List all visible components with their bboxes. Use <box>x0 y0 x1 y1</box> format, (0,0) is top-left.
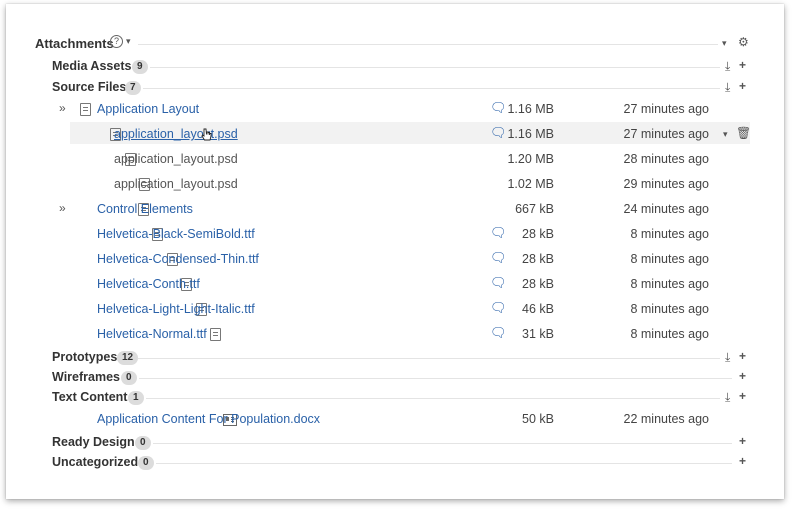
uncategorized-count-badge: 0 <box>138 456 154 470</box>
text-content-count-badge: 1 <box>128 391 144 405</box>
file-time: 27 minutes ago <box>623 127 709 141</box>
file-time: 8 minutes ago <box>630 327 709 341</box>
file-size: 28 kB <box>522 227 554 241</box>
file-time: 8 minutes ago <box>630 252 709 266</box>
ready-design-count-badge: 0 <box>135 436 151 450</box>
add-icon[interactable]: + <box>739 454 746 468</box>
wireframes-count-badge: 0 <box>121 371 137 385</box>
version-file-name[interactable]: application_layout.psd <box>114 177 238 191</box>
file-time: 28 minutes ago <box>623 152 709 166</box>
section-ready-design[interactable]: Ready Design <box>52 435 135 449</box>
add-icon[interactable]: + <box>739 79 746 93</box>
file-size: 31 kB <box>522 327 554 341</box>
file-name-link[interactable]: Application Layout <box>97 102 199 116</box>
version-file-link[interactable]: application_layout.psd <box>114 127 238 141</box>
section-uncategorized[interactable]: Uncategorized <box>52 455 138 469</box>
section-divider <box>153 443 732 444</box>
section-divider <box>156 463 732 464</box>
file-size: 1.02 MB <box>507 177 554 191</box>
title-dropdown-icon[interactable]: ▾ <box>126 36 131 47</box>
section-divider <box>146 398 720 399</box>
file-name-link[interactable]: Helvetica-Conth.ttf <box>97 277 200 291</box>
file-size: 1.16 MB <box>507 127 554 141</box>
header-divider <box>138 44 718 45</box>
file-size: 28 kB <box>522 277 554 291</box>
file-time: 8 minutes ago <box>630 227 709 241</box>
settings-gear-icon[interactable]: ⚙ <box>738 35 749 49</box>
section-source-files[interactable]: Source Files <box>52 80 126 94</box>
help-icon[interactable]: ? <box>110 35 123 48</box>
file-size: 28 kB <box>522 252 554 266</box>
file-time: 24 minutes ago <box>623 202 709 216</box>
file-name-link[interactable]: Helvetica-Light-Light-Italic.ttf <box>97 302 255 316</box>
section-wireframes[interactable]: Wireframes <box>52 370 120 384</box>
section-divider <box>138 358 720 359</box>
file-icon <box>210 328 222 341</box>
file-icon <box>80 103 91 116</box>
file-time: 29 minutes ago <box>623 177 709 191</box>
section-divider <box>139 378 732 379</box>
attachments-title: Attachments <box>35 36 114 51</box>
file-time: 8 minutes ago <box>630 277 709 291</box>
section-divider <box>143 88 720 89</box>
download-icon[interactable]: ⤓ <box>725 350 730 365</box>
add-icon[interactable]: + <box>739 58 746 72</box>
file-name-link[interactable]: Control Elements <box>97 202 193 216</box>
expand-group-icon[interactable]: » <box>59 201 66 215</box>
file-name-link[interactable]: Helvetica-Condensed-Thin.ttf <box>97 252 259 266</box>
version-file-name[interactable]: application_layout.psd <box>114 152 238 166</box>
file-time: 27 minutes ago <box>623 102 709 116</box>
add-icon[interactable]: + <box>739 389 746 403</box>
media-assets-count-badge: 9 <box>132 60 148 74</box>
file-size: 50 kB <box>522 412 554 426</box>
row-dropdown-icon[interactable]: ▾ <box>723 129 728 140</box>
download-icon[interactable]: ⤓ <box>725 390 730 405</box>
section-media-assets[interactable]: Media Assets <box>52 59 131 73</box>
add-icon[interactable]: + <box>739 434 746 448</box>
section-text-content[interactable]: Text Content <box>52 390 127 404</box>
file-size: 46 kB <box>522 302 554 316</box>
collapse-all-icon[interactable]: ▾ <box>722 38 727 49</box>
pointer-hand-icon <box>201 128 212 141</box>
file-name-link[interactable]: Application Content For Population.docx <box>97 412 320 426</box>
add-icon[interactable]: + <box>739 349 746 363</box>
prototypes-count-badge: 12 <box>117 351 139 365</box>
collapse-group-icon[interactable]: » <box>59 101 66 115</box>
add-icon[interactable]: + <box>739 369 746 383</box>
file-time: 8 minutes ago <box>630 302 709 316</box>
download-icon[interactable]: ⤓ <box>725 80 730 95</box>
file-name-link[interactable]: Helvetica-Black-SemiBold.ttf <box>97 227 255 241</box>
file-size: 1.16 MB <box>507 102 554 116</box>
file-time: 22 minutes ago <box>623 412 709 426</box>
file-size: 667 kB <box>515 202 554 216</box>
download-icon[interactable]: ⤓ <box>725 59 730 74</box>
file-size: 1.20 MB <box>507 152 554 166</box>
trash-icon[interactable]: 🗑 <box>736 126 751 140</box>
section-prototypes[interactable]: Prototypes <box>52 350 117 364</box>
source-files-count-badge: 7 <box>125 81 141 95</box>
file-name-link[interactable]: Helvetica-Normal.ttf <box>97 327 207 341</box>
section-divider <box>150 67 720 68</box>
